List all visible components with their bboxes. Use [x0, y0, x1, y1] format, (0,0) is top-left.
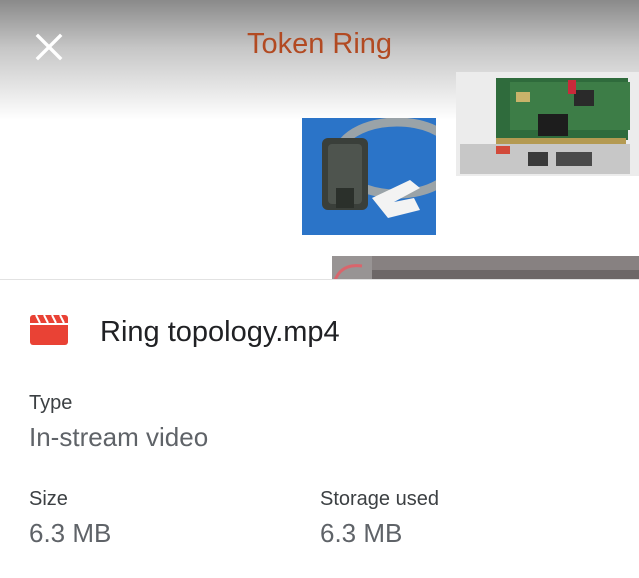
close-button[interactable] — [24, 22, 72, 70]
details-sheet: Ring topology.mp4 Type In-stream video S… — [0, 279, 639, 578]
video-file-icon — [30, 314, 68, 350]
size-value: 6.3 MB — [29, 518, 112, 548]
storage-used-value: 6.3 MB — [320, 518, 403, 548]
type-value: In-stream video — [29, 422, 209, 452]
storage-used-label: Storage used — [320, 488, 439, 510]
file-details-screen: Token Ring Ring topology.mp4 Type In-str… — [0, 0, 639, 578]
network-device-image — [332, 256, 639, 280]
size-label: Size — [29, 488, 68, 510]
type-label: Type — [29, 392, 73, 414]
network-card-image — [456, 72, 639, 176]
slide-title: Token Ring — [246, 28, 393, 60]
close-icon — [35, 33, 63, 61]
file-name: Ring topology.mp4 — [100, 315, 340, 348]
file-header: Ring topology.mp4 — [30, 310, 340, 354]
connector-image — [302, 118, 436, 235]
video-preview[interactable]: Token Ring — [0, 0, 639, 280]
